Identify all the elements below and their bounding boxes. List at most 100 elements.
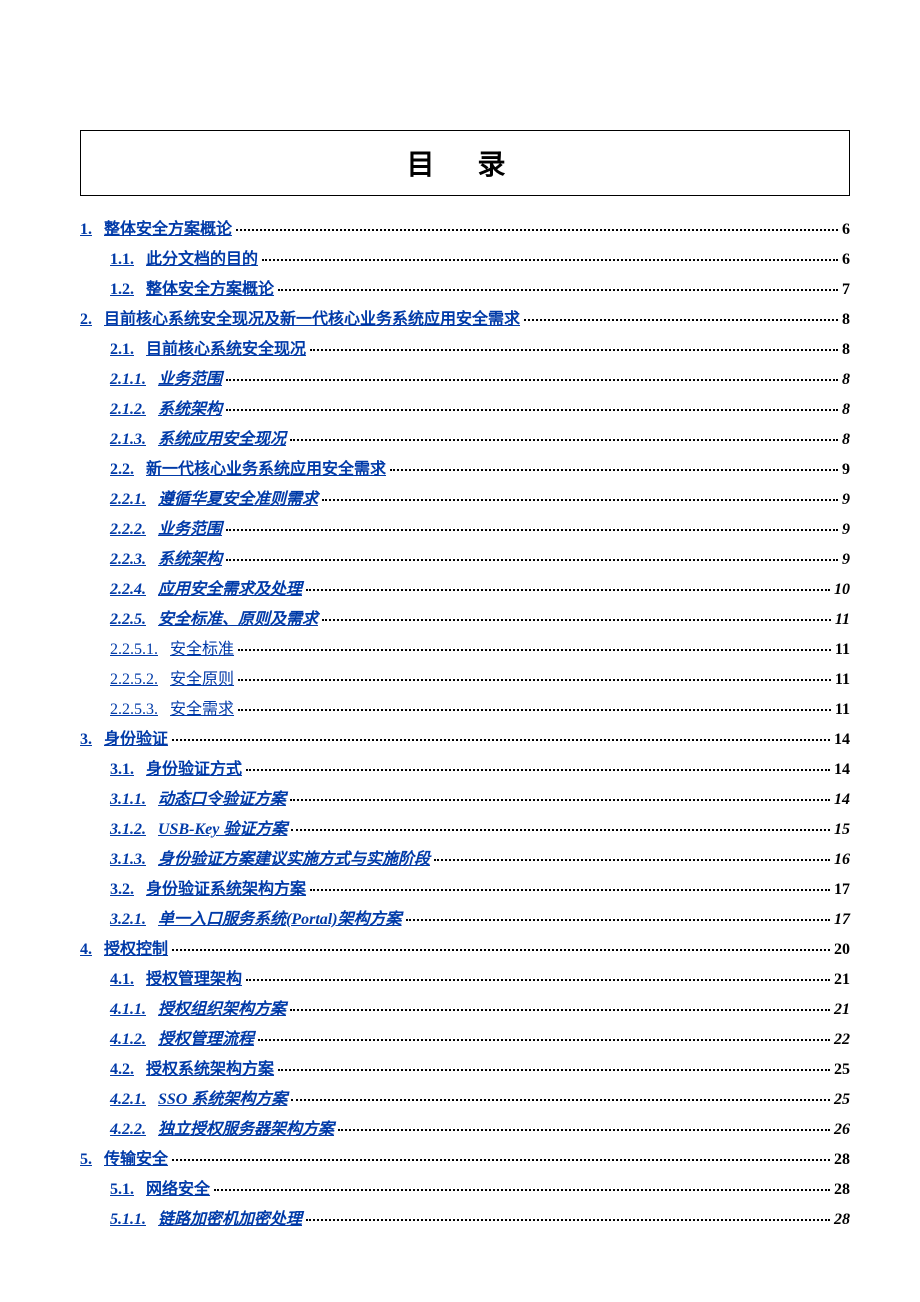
toc-number-link[interactable]: 2.2.1.: [110, 488, 146, 512]
toc-number-link[interactable]: 3.1.2.: [110, 818, 146, 842]
toc-title-link[interactable]: 网络安全: [146, 1178, 210, 1202]
toc-title-link[interactable]: 业务范围: [158, 368, 222, 392]
toc-title-link[interactable]: 新一代核心业务系统应用安全需求: [146, 458, 386, 482]
toc-number-link[interactable]: 4.2.: [110, 1058, 134, 1082]
toc-title-link[interactable]: 身份验证系统架构方案: [146, 878, 306, 902]
toc-number-link[interactable]: 3.: [80, 728, 92, 752]
toc-number-link[interactable]: 2.1.2.: [110, 398, 146, 422]
toc-number-link[interactable]: 4.1.2.: [110, 1028, 146, 1052]
toc-number-link[interactable]: 2.2.5.3.: [110, 698, 158, 722]
toc-row: 2.1.目前核心系统安全现况8: [110, 338, 850, 362]
toc-leader: [390, 469, 838, 471]
toc-title-link[interactable]: 安全标准: [170, 638, 234, 662]
toc-number-link[interactable]: 1.: [80, 218, 92, 242]
toc-title-link[interactable]: 身份验证方案建议实施方式与实施阶段: [158, 848, 430, 872]
toc-leader: [236, 229, 838, 231]
toc-number-link[interactable]: 4.: [80, 938, 92, 962]
toc-title-link[interactable]: 系统架构: [158, 548, 222, 572]
toc-number-link[interactable]: 3.1.3.: [110, 848, 146, 872]
toc-page-number: 25: [834, 1058, 850, 1082]
toc-title-link[interactable]: 此分文档的目的: [146, 248, 258, 272]
toc-number-link[interactable]: 2.2.3.: [110, 548, 146, 572]
toc-row: 3.2.身份验证系统架构方案17: [110, 878, 850, 902]
toc-leader: [290, 799, 830, 801]
toc-number-link[interactable]: 3.1.: [110, 758, 134, 782]
toc-number-link[interactable]: 2.1.: [110, 338, 134, 362]
toc-page-number: 9: [842, 518, 850, 542]
toc-title-link[interactable]: 安全原则: [170, 668, 234, 692]
toc-page-number: 9: [842, 548, 850, 572]
toc-title-link[interactable]: 安全需求: [170, 698, 234, 722]
toc-row: 1.2. 整体安全方案概论 7: [110, 278, 850, 302]
toc-leader: [306, 589, 830, 591]
toc-leader: [290, 439, 838, 441]
toc-title-link[interactable]: 授权系统架构方案: [146, 1058, 274, 1082]
toc-title-link[interactable]: 链路加密机加密处理: [158, 1208, 302, 1232]
toc-page-number: 14: [834, 788, 850, 812]
toc-number-link[interactable]: 4.2.2.: [110, 1118, 146, 1142]
toc-row: 4.2. 授权系统架构方案 25: [110, 1058, 850, 1082]
toc-row: 3.1.2. USB-Key 验证方案 15: [110, 818, 850, 842]
toc-title-link[interactable]: SSO 系统架构方案: [158, 1088, 287, 1112]
toc-page-number: 8: [842, 308, 850, 332]
toc-title-link[interactable]: 传输安全: [104, 1148, 168, 1172]
toc-page-number: 7: [842, 278, 850, 302]
toc-title-link[interactable]: 身份验证: [104, 728, 168, 752]
toc-number-link[interactable]: 2.1.1.: [110, 368, 146, 392]
toc-title-link[interactable]: 身份验证方式: [146, 758, 242, 782]
toc-number-link[interactable]: 2.2.: [110, 458, 134, 482]
toc-title-link[interactable]: 目前核心系统安全现况及新一代核心业务系统应用安全需求: [104, 308, 520, 332]
toc-leader: [524, 319, 838, 321]
toc-number-link[interactable]: 4.1.: [110, 968, 134, 992]
toc-title-link[interactable]: 授权管理架构: [146, 968, 242, 992]
toc-row: 2.2.5.3.安全需求11: [110, 698, 850, 722]
toc-list: 1.整体安全方案概论61.1.此分文档的目的61.2.整体安全方案概论72.目前…: [80, 218, 850, 1232]
toc-title-link[interactable]: 遵循华夏安全准则需求: [158, 488, 318, 512]
toc-row: 4.授权控制20: [80, 938, 850, 962]
toc-number-link[interactable]: 3.2.1.: [110, 908, 146, 932]
toc-row: 4.1.2.授权管理流程22: [110, 1028, 850, 1052]
toc-title-link[interactable]: 单一入口服务系统(Portal)架构方案: [158, 908, 402, 932]
toc-title-link[interactable]: USB-Key 验证方案: [158, 818, 287, 842]
toc-leader: [238, 679, 831, 681]
toc-title-link[interactable]: 整体安全方案概论: [146, 278, 274, 302]
toc-title-link[interactable]: 整体安全方案概论: [104, 218, 232, 242]
toc-number-link[interactable]: 3.2.: [110, 878, 134, 902]
toc-title-link[interactable]: 系统应用安全现况: [158, 428, 286, 452]
toc-leader: [338, 1129, 830, 1131]
toc-title-link[interactable]: 目前核心系统安全现况: [146, 338, 306, 362]
toc-leader: [246, 979, 830, 981]
toc-title-link[interactable]: 安全标准、原则及需求: [158, 608, 318, 632]
toc-title-link[interactable]: 应用安全需求及处理: [158, 578, 302, 602]
toc-number-link[interactable]: 3.1.1.: [110, 788, 146, 812]
toc-title-link[interactable]: 独立授权服务器架构方案: [158, 1118, 334, 1142]
toc-leader: [322, 499, 838, 501]
toc-row: 3.1.1. 动态口令验证方案 14: [110, 788, 850, 812]
toc-page-number: 15: [834, 818, 850, 842]
toc-row: 2.2.5.安全标准、原则及需求11: [110, 608, 850, 632]
toc-leader: [406, 919, 830, 921]
toc-number-link[interactable]: 2.2.4.: [110, 578, 146, 602]
toc-number-link[interactable]: 4.2.1.: [110, 1088, 146, 1112]
toc-title-link[interactable]: 授权控制: [104, 938, 168, 962]
toc-number-link[interactable]: 4.1.1.: [110, 998, 146, 1022]
toc-number-link[interactable]: 2.2.5.: [110, 608, 146, 632]
toc-number-link[interactable]: 2.2.5.2.: [110, 668, 158, 692]
toc-title-link[interactable]: 授权管理流程: [158, 1028, 254, 1052]
toc-title-link[interactable]: 系统架构: [158, 398, 222, 422]
toc-number-link[interactable]: 5.1.: [110, 1178, 134, 1202]
toc-leader: [322, 619, 831, 621]
toc-number-link[interactable]: 2.1.3.: [110, 428, 146, 452]
toc-number-link[interactable]: 1.2.: [110, 278, 134, 302]
toc-number-link[interactable]: 2.: [80, 308, 92, 332]
toc-number-link[interactable]: 2.2.2.: [110, 518, 146, 542]
toc-title-link[interactable]: 授权组织架构方案: [158, 998, 286, 1022]
toc-number-link[interactable]: 2.2.5.1.: [110, 638, 158, 662]
toc-page-number: 11: [835, 638, 850, 662]
toc-number-link[interactable]: 5.1.1.: [110, 1208, 146, 1232]
toc-number-link[interactable]: 1.1.: [110, 248, 134, 272]
toc-page-number: 16: [834, 848, 850, 872]
toc-number-link[interactable]: 5.: [80, 1148, 92, 1172]
toc-title-link[interactable]: 动态口令验证方案: [158, 788, 286, 812]
toc-title-link[interactable]: 业务范围: [158, 518, 222, 542]
